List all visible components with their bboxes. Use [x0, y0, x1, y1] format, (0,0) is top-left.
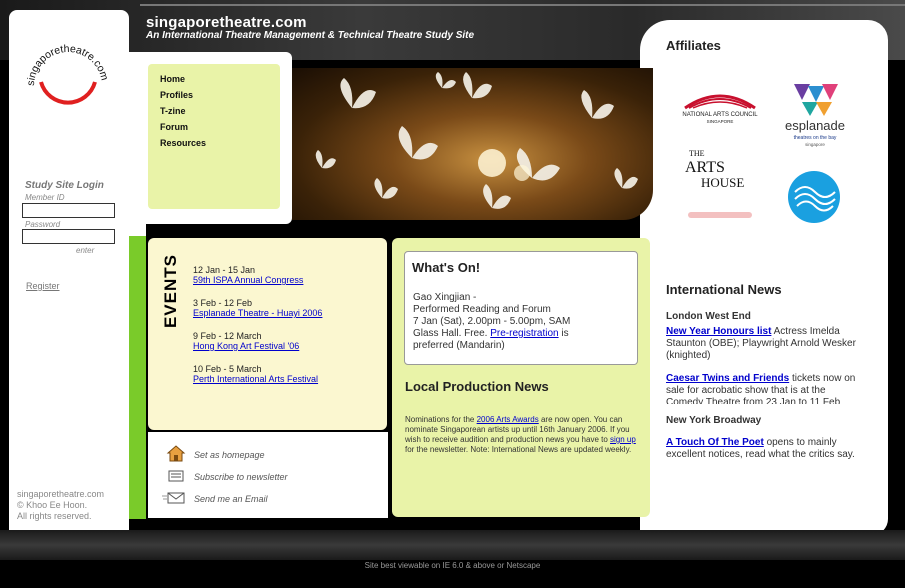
copyright-line: singaporetheatre.com [17, 489, 105, 499]
subscribe-newsletter-link[interactable]: Subscribe to newsletter [194, 472, 288, 482]
set-homepage-link[interactable]: Set as homepage [194, 450, 265, 460]
enter-button[interactable]: enter [76, 246, 94, 255]
event-item: 10 Feb - 5 March Perth International Art… [193, 364, 318, 384]
esplanade-logo-city: singapore [805, 142, 825, 147]
footer-note: Site best viewable on IE 6.0 & above or … [364, 561, 541, 570]
home-icon[interactable] [166, 444, 186, 462]
copyright: singaporetheatre.com © Khoo Ee Hoon. All… [17, 489, 104, 522]
send-email-link[interactable]: Send me an Email [194, 494, 268, 504]
local-news-text: Nominations for the [405, 415, 475, 424]
news-link[interactable]: New Year Honours list [666, 326, 771, 337]
arts-house-logo[interactable]: THE ARTS HOUSE [683, 146, 755, 190]
logo-text-ring: singaporetheatre.com [25, 43, 111, 86]
svg-text:singaporetheatre.com: singaporetheatre.com [25, 43, 111, 86]
event-item: 9 Feb - 12 March Hong Kong Art Festival … [193, 331, 299, 351]
newsletter-icon[interactable] [168, 470, 184, 482]
register-link[interactable]: Register [26, 281, 60, 291]
nav-tzine[interactable]: T-zine [160, 106, 186, 116]
whats-on-text: Glass Hall. Free. [413, 328, 488, 339]
event-date: 10 Feb - 5 March [193, 364, 262, 374]
event-date: 12 Jan - 15 Jan [193, 265, 256, 275]
news-region-london: London West End [666, 311, 751, 322]
nav-forum[interactable]: Forum [160, 122, 188, 132]
news-region-newyork: New York Broadway [666, 415, 762, 426]
hero-image [292, 68, 653, 220]
whats-on-line: Performed Reading and Forum [413, 304, 551, 315]
member-id-label: Member ID [25, 193, 65, 202]
whats-on-line: Glass Hall. Free. Pre-registration is [413, 328, 623, 340]
event-date: 9 Feb - 12 March [193, 331, 262, 341]
whats-on-line: preferred (Mandarin) [413, 340, 505, 351]
copyright-line: All rights reserved. [17, 511, 92, 521]
nav-profiles[interactable]: Profiles [160, 90, 193, 100]
local-news-title: Local Production News [405, 379, 549, 394]
esplanade-logo[interactable]: esplanade theatres on the bay singapore [780, 80, 850, 148]
nav-resources[interactable]: Resources [160, 138, 206, 148]
arts-house-logo-line3: HOUSE [701, 175, 744, 190]
event-item: 12 Jan - 15 Jan 59th ISPA Annual Congres… [193, 265, 303, 285]
password-label: Password [25, 220, 61, 229]
whats-on-line: 7 Jan (Sat), 2.00pm - 5.00pm, SAM [413, 316, 571, 327]
sign-up-link[interactable]: sign up [610, 435, 636, 444]
logo-text: singaporetheatre.com [25, 43, 111, 86]
local-news-text: for the newsletter. Note: International … [405, 445, 632, 454]
email-icon[interactable] [162, 492, 186, 504]
news-item: Caesar Twins and Friends tickets now on … [666, 373, 861, 404]
events-title: EVENTS [161, 254, 180, 329]
affiliates-title: Affiliates [666, 38, 721, 53]
site-tagline: An International Theatre Management & Te… [146, 30, 475, 41]
whats-on-text: is [561, 328, 569, 339]
arts-house-logo-line1: THE [689, 149, 705, 158]
news-item: New Year Honours list Actress Imelda Sta… [666, 326, 861, 362]
whats-on-body: Gao Xingjian - Performed Reading and For… [413, 292, 623, 352]
london-news-ticker[interactable]: New Year Honours list Actress Imelda Sta… [666, 326, 864, 404]
news-link[interactable]: Caesar Twins and Friends [666, 373, 789, 384]
copyright-line: © Khoo Ee Hoon. [17, 500, 88, 510]
bottom-band [0, 530, 905, 560]
esplanade-logo-sub: theatres on the bay [794, 135, 837, 141]
pre-registration-link[interactable]: Pre-registration [490, 328, 558, 339]
news-item: A Touch Of The Poet opens to mainly exce… [666, 437, 861, 461]
accent-strip-gap [129, 222, 146, 236]
nac-logo-line2: SINGAPORE [707, 119, 734, 124]
international-news-title: International News [666, 282, 782, 297]
esplanade-logo-name: esplanade [785, 118, 845, 133]
banner-divider [140, 4, 905, 6]
nac-logo-line1: NATIONAL ARTS COUNCIL [682, 112, 758, 118]
whats-on-line: Gao Xingjian - [413, 292, 477, 303]
nav-menu [148, 64, 280, 209]
site-title: singaporetheatre.com [146, 14, 307, 31]
event-link[interactable]: Hong Kong Art Festival '06 [193, 341, 299, 351]
nac-logo[interactable]: NATIONAL ARTS COUNCIL SINGAPORE [679, 86, 761, 126]
password-input[interactable] [22, 229, 115, 244]
event-link[interactable]: 59th ISPA Annual Congress [193, 275, 303, 285]
whats-on-title: What's On! [412, 260, 481, 275]
member-id-input[interactable] [22, 203, 115, 218]
news-link[interactable]: A Touch Of The Poet [666, 437, 764, 448]
affiliate-logo-partial [688, 212, 752, 218]
event-item: 3 Feb - 12 Feb Esplanade Theatre - Huayi… [193, 298, 322, 318]
event-link[interactable]: Perth International Arts Festival [193, 374, 318, 384]
login-title: Study Site Login [25, 180, 104, 191]
event-date: 3 Feb - 12 Feb [193, 298, 253, 308]
nav-home[interactable]: Home [160, 74, 185, 84]
event-link[interactable]: Esplanade Theatre - Huayi 2006 [193, 308, 322, 318]
arts-awards-link[interactable]: 2006 Arts Awards [477, 415, 539, 424]
local-news-body: Nominations for the 2006 Arts Awards are… [405, 415, 637, 455]
wave-affiliate-logo[interactable] [787, 170, 841, 224]
arts-house-logo-line2: ARTS [685, 159, 725, 176]
butterflies-graphic [315, 72, 638, 209]
